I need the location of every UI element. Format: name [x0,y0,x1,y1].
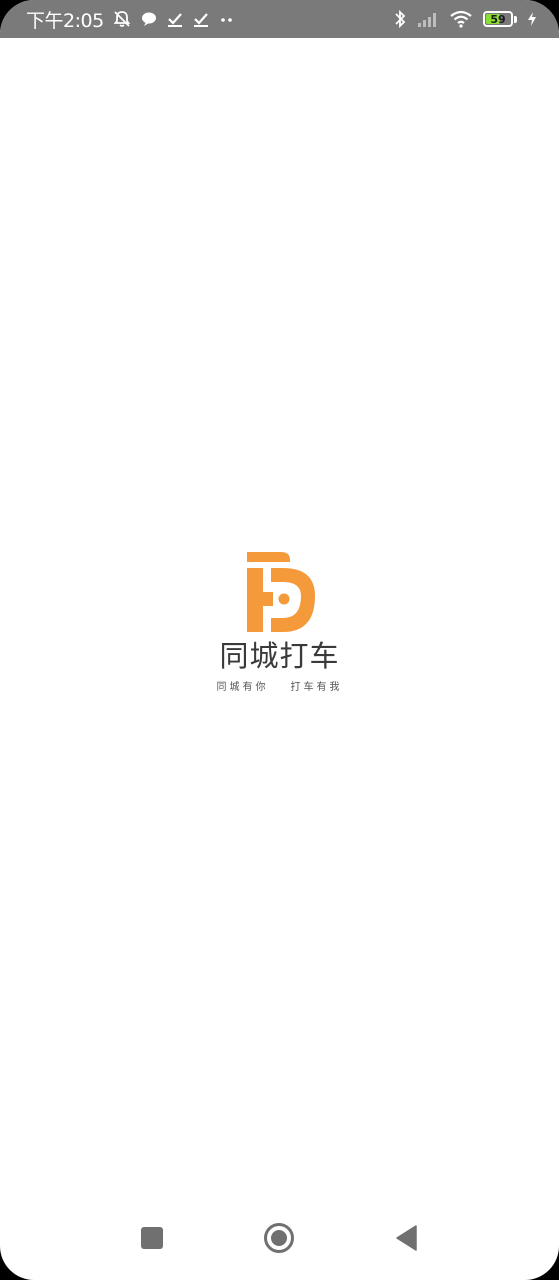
bluetooth-icon [393,9,407,29]
wifi-icon [449,10,473,28]
home-circle-icon [264,1223,294,1253]
slogan-right: 打车有我 [290,682,343,693]
slogan: 同城有你 打车有我 [217,678,343,693]
battery-level: 59 [490,12,506,26]
status-bar: 下午2:05 59 [0,0,559,38]
square-icon [141,1227,163,1249]
back-triangle-icon [396,1225,417,1251]
recents-button[interactable] [136,1222,168,1254]
slogan-left: 同城有你 [216,682,269,693]
home-button[interactable] [263,1222,295,1254]
back-button[interactable] [390,1222,422,1254]
navigation-bar [0,1212,559,1262]
battery-cap [514,15,517,23]
signal-icon [417,10,439,28]
charging-icon [527,11,537,27]
status-right: 59 [393,0,537,38]
brand-name: 同城打车 [219,639,340,673]
status-time: 下午2:05 [26,9,104,32]
screen: 下午2:05 59 同城打车 同城有你 打车有我 [0,0,559,1280]
check-icon [166,10,184,28]
status-left: 下午2:05 [26,0,236,38]
mute-alarm-icon [112,9,132,29]
check-icon [192,10,210,28]
battery-icon: 59 [483,11,517,27]
chat-bubble-icon [140,10,158,28]
more-dots-icon [218,10,236,28]
splash-logo-block: 同城打车 同城有你 打车有我 [0,540,559,693]
battery-body: 59 [483,11,513,27]
app-logo-icon [246,552,315,632]
